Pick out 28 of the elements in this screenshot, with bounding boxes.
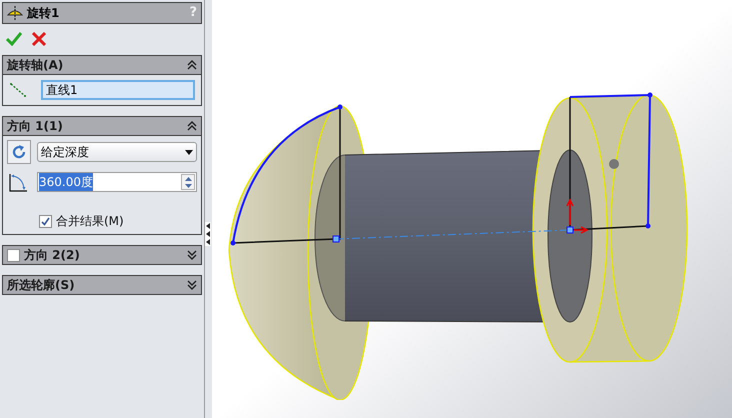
spinner[interactable]	[181, 174, 195, 190]
caret-icon	[185, 150, 193, 154]
section-header[interactable]: 所选轮廓(S)	[2, 275, 202, 295]
section-title: 方向 1(1)	[7, 118, 64, 135]
section-header[interactable]: 方向 1(1)	[2, 116, 202, 136]
rotate-arrow-icon	[10, 143, 28, 161]
collapse-icon[interactable]	[187, 60, 197, 70]
section-header[interactable]: 旋转轴(A)	[2, 55, 202, 75]
section-header[interactable]: 方向 2(2)	[2, 245, 202, 265]
checkbox-label: 合并结果(M)	[56, 213, 124, 230]
expand-icon[interactable]	[187, 280, 197, 290]
close-icon[interactable]	[32, 32, 46, 46]
angle-field[interactable]: 360.00度	[37, 172, 197, 192]
checkmark-icon[interactable]	[6, 32, 22, 46]
section-title: 旋转轴(A)	[7, 57, 64, 74]
feature-title: 旋转1	[27, 5, 60, 22]
collapse-icon[interactable]	[187, 121, 197, 131]
collapse-panel-icon[interactable]	[205, 222, 211, 246]
section-title: 所选轮廓(S)	[7, 277, 76, 294]
expand-icon[interactable]	[187, 250, 197, 260]
section-title: 方向 2(2)	[24, 247, 81, 264]
checkbox[interactable]	[39, 214, 52, 228]
reverse-direction-button[interactable]	[7, 140, 31, 164]
end-condition-dropdown[interactable]: 给定深度	[37, 142, 197, 162]
axis-field[interactable]: 直线1	[41, 80, 195, 100]
checkbox[interactable]	[7, 248, 20, 262]
revolve-icon	[7, 6, 23, 20]
line-icon	[9, 82, 27, 98]
